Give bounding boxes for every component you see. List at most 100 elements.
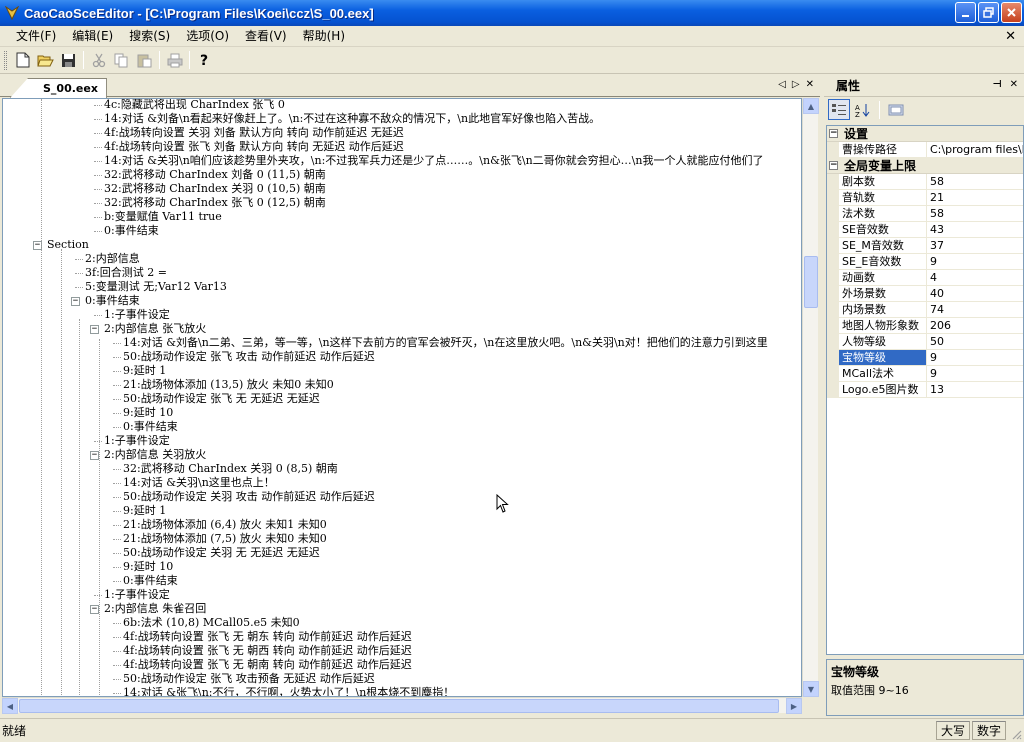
tree-node[interactable]: 14:对话 &张飞\n:不行，不行啊，火势太小了！\n根本烧不到麋指！	[123, 686, 454, 696]
property-name[interactable]: 剧本数	[839, 174, 927, 189]
property-value[interactable]: 50	[927, 334, 1023, 349]
property-value[interactable]: 13	[927, 382, 1023, 397]
property-name[interactable]: 内场景数	[839, 302, 927, 317]
property-row[interactable]: 内场景数 74	[827, 302, 1023, 318]
tree-node[interactable]: 4f:战场转向设置 张飞 刘备 默认方向 转向 无延迟 动作后延迟	[104, 140, 404, 154]
tree-node[interactable]: 50:战场动作设定 张飞 无 无延迟 无延迟	[123, 392, 320, 406]
tree-node[interactable]: 50:战场动作设定 张飞 攻击预备 无延迟 动作后延迟	[123, 672, 375, 686]
tree-node[interactable]: 0:事件结束	[85, 294, 140, 308]
property-row[interactable]: MCall法术 9	[827, 366, 1023, 382]
property-category[interactable]: − 全局变量上限	[827, 158, 1023, 174]
tree-node[interactable]: 4f:战场转向设置 张飞 无 朝南 转向 动作前延迟 动作后延迟	[123, 658, 412, 672]
new-icon[interactable]	[11, 49, 34, 71]
tree-node[interactable]: 9:延时 10	[123, 560, 173, 574]
category-collapse-icon[interactable]: −	[829, 129, 838, 138]
tree-node[interactable]: 21:战场物体添加 (6,4) 放火 未知1 未知0	[123, 518, 327, 532]
tree-node[interactable]: 5:变量测试 无;Var12 Var13	[85, 280, 227, 294]
property-row[interactable]: 地图人物形象数 206	[827, 318, 1023, 334]
property-row[interactable]: 外场景数 40	[827, 286, 1023, 302]
property-row[interactable]: 人物等级 50	[827, 334, 1023, 350]
tree-node[interactable]: 9:延时 1	[123, 504, 166, 518]
property-value[interactable]: 9	[927, 366, 1023, 381]
tree-node[interactable]: 9:延时 10	[123, 406, 173, 420]
copy-icon[interactable]	[110, 49, 133, 71]
tree-node[interactable]: b:变量赋值 Var11 true	[104, 210, 222, 224]
property-name[interactable]: 曹操传路径	[839, 142, 927, 157]
property-category[interactable]: − 设置	[827, 126, 1023, 142]
tree-node[interactable]: 14:对话 &刘备\n看起来好像赶上了。\n:不过在这种寡不敌众的情况下，\n此…	[104, 112, 600, 126]
minimize-button[interactable]	[955, 2, 976, 23]
paste-icon[interactable]	[133, 49, 156, 71]
tree-node[interactable]: 32:武将移动 CharIndex 关羽 0 (10,5) 朝南	[104, 182, 326, 196]
tree-toggle-icon[interactable]: −	[90, 451, 99, 460]
save-icon[interactable]	[57, 49, 80, 71]
tree-node[interactable]: 14:对话 &刘备\n二弟、三弟，等一等，\n这样下去前方的官军会被歼灭，\n在…	[123, 336, 768, 350]
property-row[interactable]: 曹操传路径C:\program files\koei	[827, 142, 1023, 158]
close-button[interactable]	[1001, 2, 1022, 23]
tree-node[interactable]: 2:内部信息 朱雀召回	[104, 602, 206, 616]
pin-icon[interactable]: ⊣	[992, 79, 1001, 90]
property-name[interactable]: 宝物等级	[839, 350, 927, 365]
menu-search[interactable]: 搜索(S)	[121, 27, 178, 46]
resize-grip-icon[interactable]	[1010, 728, 1022, 740]
property-value[interactable]: C:\program files\koei	[927, 142, 1023, 157]
property-name[interactable]: SE音效数	[839, 222, 927, 237]
mdi-close-icon[interactable]: ✕	[1005, 29, 1016, 44]
property-name[interactable]: SE_E音效数	[839, 254, 927, 269]
tree-node[interactable]: 9:延时 1	[123, 364, 166, 378]
tree-node[interactable]: 4f:战场转向设置 关羽 刘备 默认方向 转向 动作前延迟 无延迟	[104, 126, 404, 140]
toolbar-grip[interactable]	[4, 50, 7, 70]
property-row[interactable]: 动画数 4	[827, 270, 1023, 286]
tree-node[interactable]: 6b:法术 (10,8) MCall05.e5 未知0	[123, 616, 300, 630]
property-value[interactable]: 9	[927, 350, 1023, 365]
tree-node[interactable]: 0:事件结束	[123, 420, 178, 434]
scroll-h-thumb[interactable]	[19, 699, 779, 713]
event-tree[interactable]: 4c:隐藏武将出现 CharIndex 张飞 0 14:对话 &刘备\n看起来好像…	[2, 98, 802, 697]
property-value[interactable]: 206	[927, 318, 1023, 333]
tree-toggle-icon[interactable]: −	[71, 297, 80, 306]
tree-toggle-icon[interactable]: −	[90, 605, 99, 614]
property-value[interactable]: 37	[927, 238, 1023, 253]
menu-help[interactable]: 帮助(H)	[295, 27, 353, 46]
property-pages-icon[interactable]	[885, 99, 907, 120]
property-row[interactable]: SE_E音效数 9	[827, 254, 1023, 270]
alphabetical-icon[interactable]: AZ	[852, 99, 874, 120]
property-name[interactable]: 地图人物形象数	[839, 318, 927, 333]
property-row[interactable]: 音轨数 21	[827, 190, 1023, 206]
property-grid[interactable]: −设置曹操传路径C:\program files\koei−全局变量上限剧本数5…	[826, 125, 1024, 655]
scroll-left-icon[interactable]: ◀	[2, 698, 18, 714]
scroll-right-icon[interactable]: ▶	[786, 698, 802, 714]
property-value[interactable]: 58	[927, 206, 1023, 221]
property-value[interactable]: 58	[927, 174, 1023, 189]
categorized-icon[interactable]	[828, 99, 850, 120]
panel-close-icon[interactable]: ✕	[1010, 79, 1018, 90]
property-row[interactable]: SE音效数 43	[827, 222, 1023, 238]
property-row[interactable]: 宝物等级 9	[827, 350, 1023, 366]
tree-node[interactable]: 32:武将移动 CharIndex 关羽 0 (8,5) 朝南	[123, 462, 338, 476]
menu-file[interactable]: 文件(F)	[8, 27, 64, 46]
tree-node[interactable]: 2:内部信息 张飞放火	[104, 322, 206, 336]
tree-node[interactable]: 3f:回合测试 2 =	[85, 266, 167, 280]
tree-node[interactable]: 4f:战场转向设置 张飞 无 朝西 转向 动作前延迟 动作后延迟	[123, 644, 412, 658]
tab-s00[interactable]: S_00.eex	[10, 78, 107, 98]
tree-node[interactable]: 0:事件结束	[123, 574, 178, 588]
app-icon[interactable]	[4, 5, 20, 21]
tree-node[interactable]: 21:战场物体添加 (13,5) 放火 未知0 未知0	[123, 378, 334, 392]
tab-scroll-left-icon[interactable]: ◁	[778, 79, 786, 90]
menu-view[interactable]: 查看(V)	[237, 27, 295, 46]
tree-node[interactable]: 50:战场动作设定 张飞 攻击 动作前延迟 动作后延迟	[123, 350, 375, 364]
scroll-down-icon[interactable]: ▼	[803, 681, 819, 697]
property-row[interactable]: 法术数 58	[827, 206, 1023, 222]
menu-options[interactable]: 选项(O)	[178, 27, 237, 46]
vertical-scrollbar[interactable]: ▲ ▼	[802, 98, 819, 697]
property-value[interactable]: 4	[927, 270, 1023, 285]
scroll-up-icon[interactable]: ▲	[803, 98, 819, 114]
property-name[interactable]: 外场景数	[839, 286, 927, 301]
tree-node[interactable]: 1:子事件设定	[104, 588, 170, 602]
property-name[interactable]: MCall法术	[839, 366, 927, 381]
property-name[interactable]: SE_M音效数	[839, 238, 927, 253]
tree-node[interactable]: 14:对话 &关羽\n这里也点上！	[123, 476, 275, 490]
tree-node[interactable]: 32:武将移动 CharIndex 张飞 0 (12,5) 朝南	[104, 196, 326, 210]
property-value[interactable]: 9	[927, 254, 1023, 269]
cut-icon[interactable]	[87, 49, 110, 71]
